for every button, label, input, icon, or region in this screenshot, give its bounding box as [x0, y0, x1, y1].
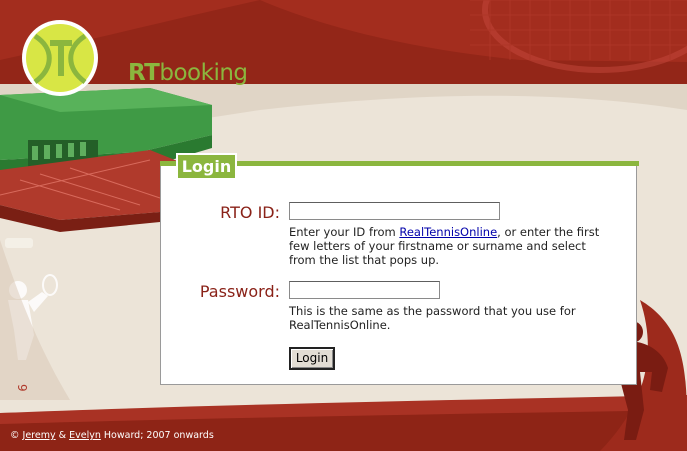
footer-link-evelyn[interactable]: Evelyn: [69, 430, 101, 441]
footer-link-jeremy[interactable]: Jeremy: [23, 430, 56, 441]
rto-help-prefix: Enter your ID from: [289, 225, 400, 239]
footer-suffix: Howard; 2007 onwards: [103, 430, 214, 441]
password-help-text: This is the same as the password that yo…: [289, 304, 576, 332]
realtennisonline-link[interactable]: RealTennisOnline: [399, 225, 497, 239]
rto-id-label: RTO ID:: [220, 203, 280, 222]
brand-name-bold: RT: [128, 60, 160, 86]
login-panel: [160, 161, 637, 385]
password-label: Password:: [199, 282, 280, 301]
rtbooking-logo: RTbooking: [20, 18, 248, 102]
svg-text:9: 9: [15, 384, 29, 392]
copyright-symbol: ©: [10, 430, 20, 441]
login-title: Login: [176, 153, 237, 180]
login-button[interactable]: Login: [289, 347, 335, 370]
password-input[interactable]: [289, 281, 440, 299]
brand-name-light: booking: [159, 60, 248, 86]
footer-copyright: © Jeremy & Evelyn Howard; 2007 onwards: [10, 430, 214, 441]
tennis-ball-logo-icon: [22, 20, 98, 96]
footer-ampersand: &: [58, 430, 67, 441]
rto-id-help-text: Enter your ID from RealTennisOnline, or …: [289, 225, 609, 267]
brand-name: RTbooking: [128, 60, 248, 86]
rto-id-input[interactable]: [289, 202, 500, 220]
